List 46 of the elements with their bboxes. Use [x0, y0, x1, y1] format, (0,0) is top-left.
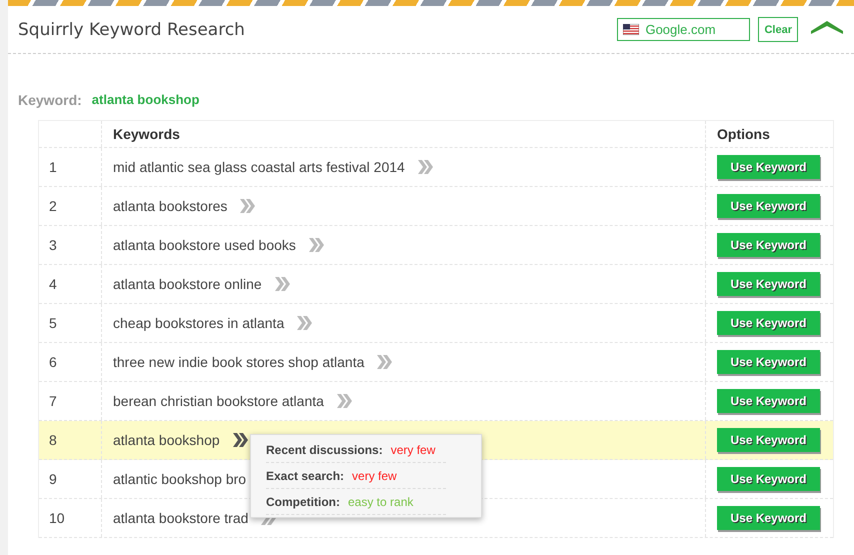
keyword-text: atlanta bookshop — [113, 432, 220, 448]
keyword-text: mid atlantic sea glass coastal arts festival 2014 — [113, 159, 405, 175]
keyword-text: atlanta bookstores — [113, 198, 228, 214]
use-keyword-button[interactable]: Use Keyword — [717, 467, 820, 491]
row-number: 1 — [49, 159, 57, 175]
panel-title: Squirrly Keyword Research — [18, 20, 246, 40]
row-number: 2 — [49, 198, 57, 214]
keyword-text: three new indie book stores shop atlanta — [113, 354, 364, 370]
use-keyword-button[interactable]: Use Keyword — [717, 233, 820, 257]
use-keyword-button[interactable]: Use Keyword — [717, 272, 820, 296]
row-number: 3 — [49, 237, 57, 253]
tooltip-value: very few — [390, 442, 436, 456]
row-number: 6 — [49, 354, 57, 370]
keyword-text: atlanta bookstore trad — [113, 510, 248, 526]
use-keyword-button[interactable]: Use Keyword — [717, 506, 820, 530]
keyword-text: berean christian bookstore atlanta — [113, 393, 324, 409]
row-number: 7 — [49, 393, 57, 409]
tooltip-value: easy to rank — [348, 494, 414, 508]
keyword-text: cheap bookstores in atlanta — [113, 315, 284, 331]
row-number: 8 — [49, 432, 57, 448]
row-number: 5 — [49, 315, 57, 331]
row-number: 4 — [49, 276, 57, 292]
collapse-icon[interactable] — [810, 18, 844, 34]
row-number: 10 — [49, 510, 65, 526]
clear-button[interactable]: Clear — [758, 17, 798, 42]
tooltip-label: Competition: — [266, 494, 340, 508]
search-engine-field[interactable]: Google.com — [617, 18, 750, 41]
keyword-text: atlantic bookshop bro — [113, 471, 246, 487]
flag-icon — [623, 24, 640, 35]
column-header: Keywords — [113, 126, 180, 142]
use-keyword-button[interactable]: Use Keyword — [717, 389, 820, 413]
use-keyword-button[interactable]: Use Keyword — [717, 428, 820, 452]
keyword-label: Keyword: — [18, 92, 82, 108]
chevron-icon[interactable] — [232, 432, 248, 448]
tooltip-value: very few — [352, 468, 397, 482]
tooltip-label: Recent discussions: — [266, 442, 383, 456]
use-keyword-button[interactable]: Use Keyword — [717, 194, 820, 218]
tooltip-label: Exact search: — [266, 468, 344, 482]
keyword-value: atlanta bookshop — [92, 92, 200, 108]
use-keyword-button[interactable]: Use Keyword — [717, 311, 820, 335]
use-keyword-button[interactable]: Use Keyword — [717, 155, 820, 179]
row-number: 9 — [49, 471, 57, 487]
column-header: Options — [717, 126, 770, 142]
use-keyword-button[interactable]: Use Keyword — [717, 350, 820, 374]
keyword-text: atlanta bookstore used books — [113, 237, 296, 253]
keyword-text: atlanta bookstore online — [113, 276, 262, 292]
